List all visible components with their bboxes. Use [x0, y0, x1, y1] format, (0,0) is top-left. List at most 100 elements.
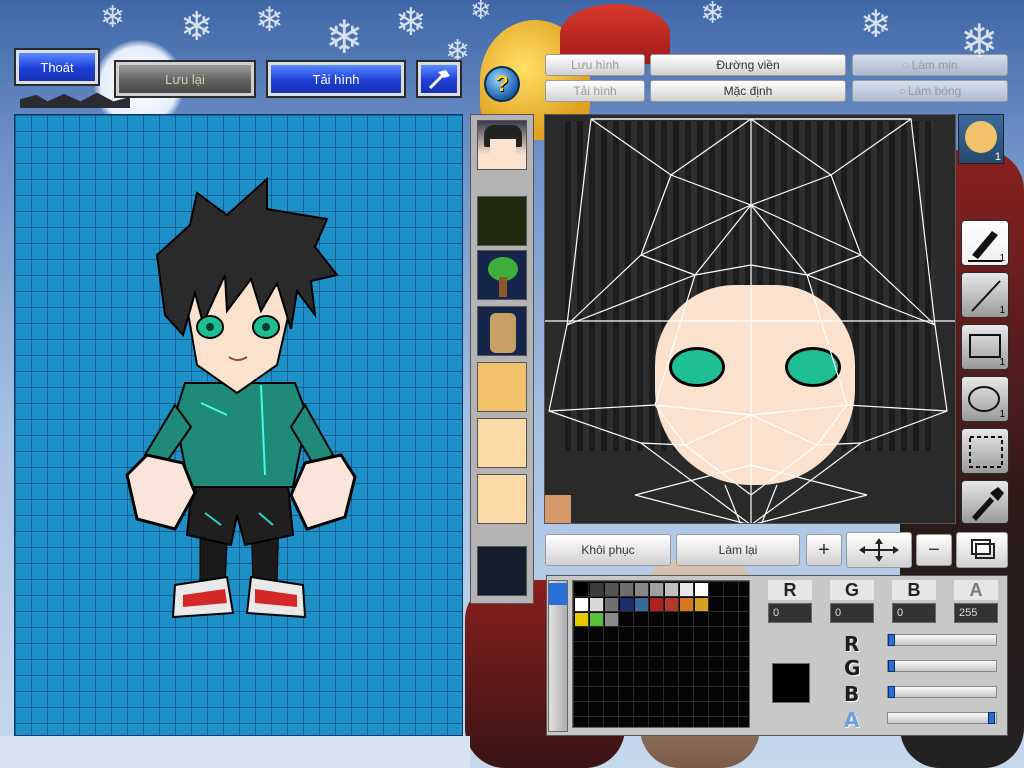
part-thumbnail-body[interactable]: [477, 306, 527, 356]
save-button[interactable]: Lưu lại: [114, 60, 256, 98]
palette-swatch[interactable]: [680, 598, 693, 611]
palette-swatch[interactable]: [680, 583, 693, 596]
palette-swatch[interactable]: [635, 598, 648, 611]
snowflake-decoration: ❄: [255, 0, 284, 40]
part-thumbnail-face-skin[interactable]: [477, 418, 527, 468]
palette-swatch[interactable]: [650, 583, 663, 596]
restore-button[interactable]: Khôi phục: [545, 534, 671, 566]
palette-swatch[interactable]: [695, 583, 708, 596]
snowflake-decoration: ❄: [860, 2, 892, 46]
alpha-slider-label: A: [844, 708, 860, 732]
rectangle-size: 1: [999, 357, 1005, 368]
shine-button[interactable]: ○ Làm bóng: [852, 80, 1008, 102]
palette-swatch[interactable]: [620, 598, 633, 611]
part-thumbnail-face-skin-2[interactable]: [477, 474, 527, 524]
help-icon: ?: [495, 71, 509, 96]
snowflake-decoration: ❄: [470, 0, 492, 26]
eyedropper-tool[interactable]: [961, 480, 1009, 524]
part-thumbnail-face[interactable]: [477, 120, 527, 170]
palette-swatch[interactable]: [590, 598, 603, 611]
palette-swatch[interactable]: [590, 583, 603, 596]
snow-ground: [0, 736, 470, 768]
color-palette-grid[interactable]: [572, 580, 750, 728]
parts-panel: [470, 114, 534, 604]
red-slider[interactable]: [887, 634, 997, 646]
ellipse-size: 1: [999, 409, 1005, 420]
palette-swatch[interactable]: [575, 583, 588, 596]
eyedropper-icon: [972, 487, 1004, 521]
palette-swatch[interactable]: [605, 598, 618, 611]
palette-swatch[interactable]: [665, 598, 678, 611]
green-slider[interactable]: [887, 660, 997, 672]
alpha-channel-label: A: [954, 580, 998, 600]
current-color-swatch: [772, 663, 810, 703]
redo-button[interactable]: Làm lại: [676, 534, 800, 566]
palette-swatch[interactable]: [665, 583, 678, 596]
default-button[interactable]: Mặc định: [650, 80, 846, 102]
texture-canvas[interactable]: [544, 114, 956, 524]
zoom-in-button[interactable]: +: [806, 534, 842, 566]
character-model: [125, 176, 357, 619]
palette-swatch[interactable]: [635, 583, 648, 596]
smooth-label: Làm mịn: [911, 58, 958, 72]
palette-scrollbar[interactable]: [548, 580, 568, 732]
palette-swatch[interactable]: [605, 583, 618, 596]
line-tool[interactable]: 1: [961, 272, 1009, 318]
line-size: 1: [999, 305, 1005, 316]
avatar-count: 1: [994, 151, 1001, 163]
blue-slider-thumb[interactable]: [888, 686, 895, 698]
part-thumbnail-dark[interactable]: [477, 196, 527, 246]
snowflake-decoration: ❄: [325, 10, 364, 64]
green-slider-label: G: [844, 656, 861, 680]
avatar-thumbnail[interactable]: 1: [958, 114, 1004, 164]
alpha-slider-thumb[interactable]: [988, 712, 995, 724]
blue-slider-label: B: [844, 682, 860, 706]
load-image-button[interactable]: Tải hình: [545, 80, 645, 102]
selection-tool[interactable]: [961, 428, 1009, 474]
save-image-button[interactable]: Lưu hình: [545, 54, 645, 76]
palette-swatch[interactable]: [695, 598, 708, 611]
blue-slider[interactable]: [887, 686, 997, 698]
smooth-button[interactable]: ◌ Làm mịn: [852, 54, 1008, 76]
palette-swatch[interactable]: [575, 598, 588, 611]
green-value-field[interactable]: 0: [830, 603, 874, 623]
help-button[interactable]: ?: [484, 66, 520, 102]
layer-button[interactable]: [956, 532, 1008, 568]
face-shape: [490, 139, 516, 167]
snowflake-decoration: ❄: [180, 4, 214, 50]
hammer-tool-button[interactable]: [416, 60, 462, 98]
part-thumbnail-empty[interactable]: [477, 546, 527, 596]
part-thumbnail-angry-face[interactable]: [477, 362, 527, 412]
shine-icon: ○: [898, 84, 906, 98]
avatar-face: [965, 121, 997, 153]
layers-icon: [971, 539, 995, 559]
brush-tool[interactable]: 1: [961, 220, 1009, 266]
palette-swatch[interactable]: [620, 583, 633, 596]
palette-swatch[interactable]: [590, 613, 603, 626]
part-thumbnail-tree[interactable]: [477, 250, 527, 300]
palette-swatch[interactable]: [605, 613, 618, 626]
red-value-field[interactable]: 0: [768, 603, 812, 623]
exit-button[interactable]: Thoát: [14, 48, 100, 86]
green-channel-label: G: [830, 580, 874, 600]
move-button[interactable]: [846, 532, 912, 568]
red-slider-thumb[interactable]: [888, 634, 895, 646]
rectangle-tool[interactable]: 1: [961, 324, 1009, 370]
minus-icon: −: [928, 538, 940, 561]
hammer-icon: [428, 70, 450, 90]
alpha-value-field[interactable]: 255: [954, 603, 998, 623]
zoom-out-button[interactable]: −: [916, 534, 952, 566]
snowflake-decoration: ❄: [700, 0, 726, 31]
blue-value-field[interactable]: 0: [892, 603, 936, 623]
palette-swatch[interactable]: [575, 613, 588, 626]
ellipse-tool[interactable]: 1: [961, 376, 1009, 422]
move-arrows-icon: [859, 538, 899, 562]
uv-wireframe: [545, 118, 955, 523]
reload-button[interactable]: Tải hình: [266, 60, 406, 98]
green-slider-thumb[interactable]: [888, 660, 895, 672]
palette-swatch[interactable]: [650, 598, 663, 611]
scrollbar-thumb[interactable]: [549, 583, 567, 605]
alpha-slider[interactable]: [887, 712, 997, 724]
outline-button[interactable]: Đường viền: [650, 54, 846, 76]
brush-size: 1: [999, 253, 1005, 264]
